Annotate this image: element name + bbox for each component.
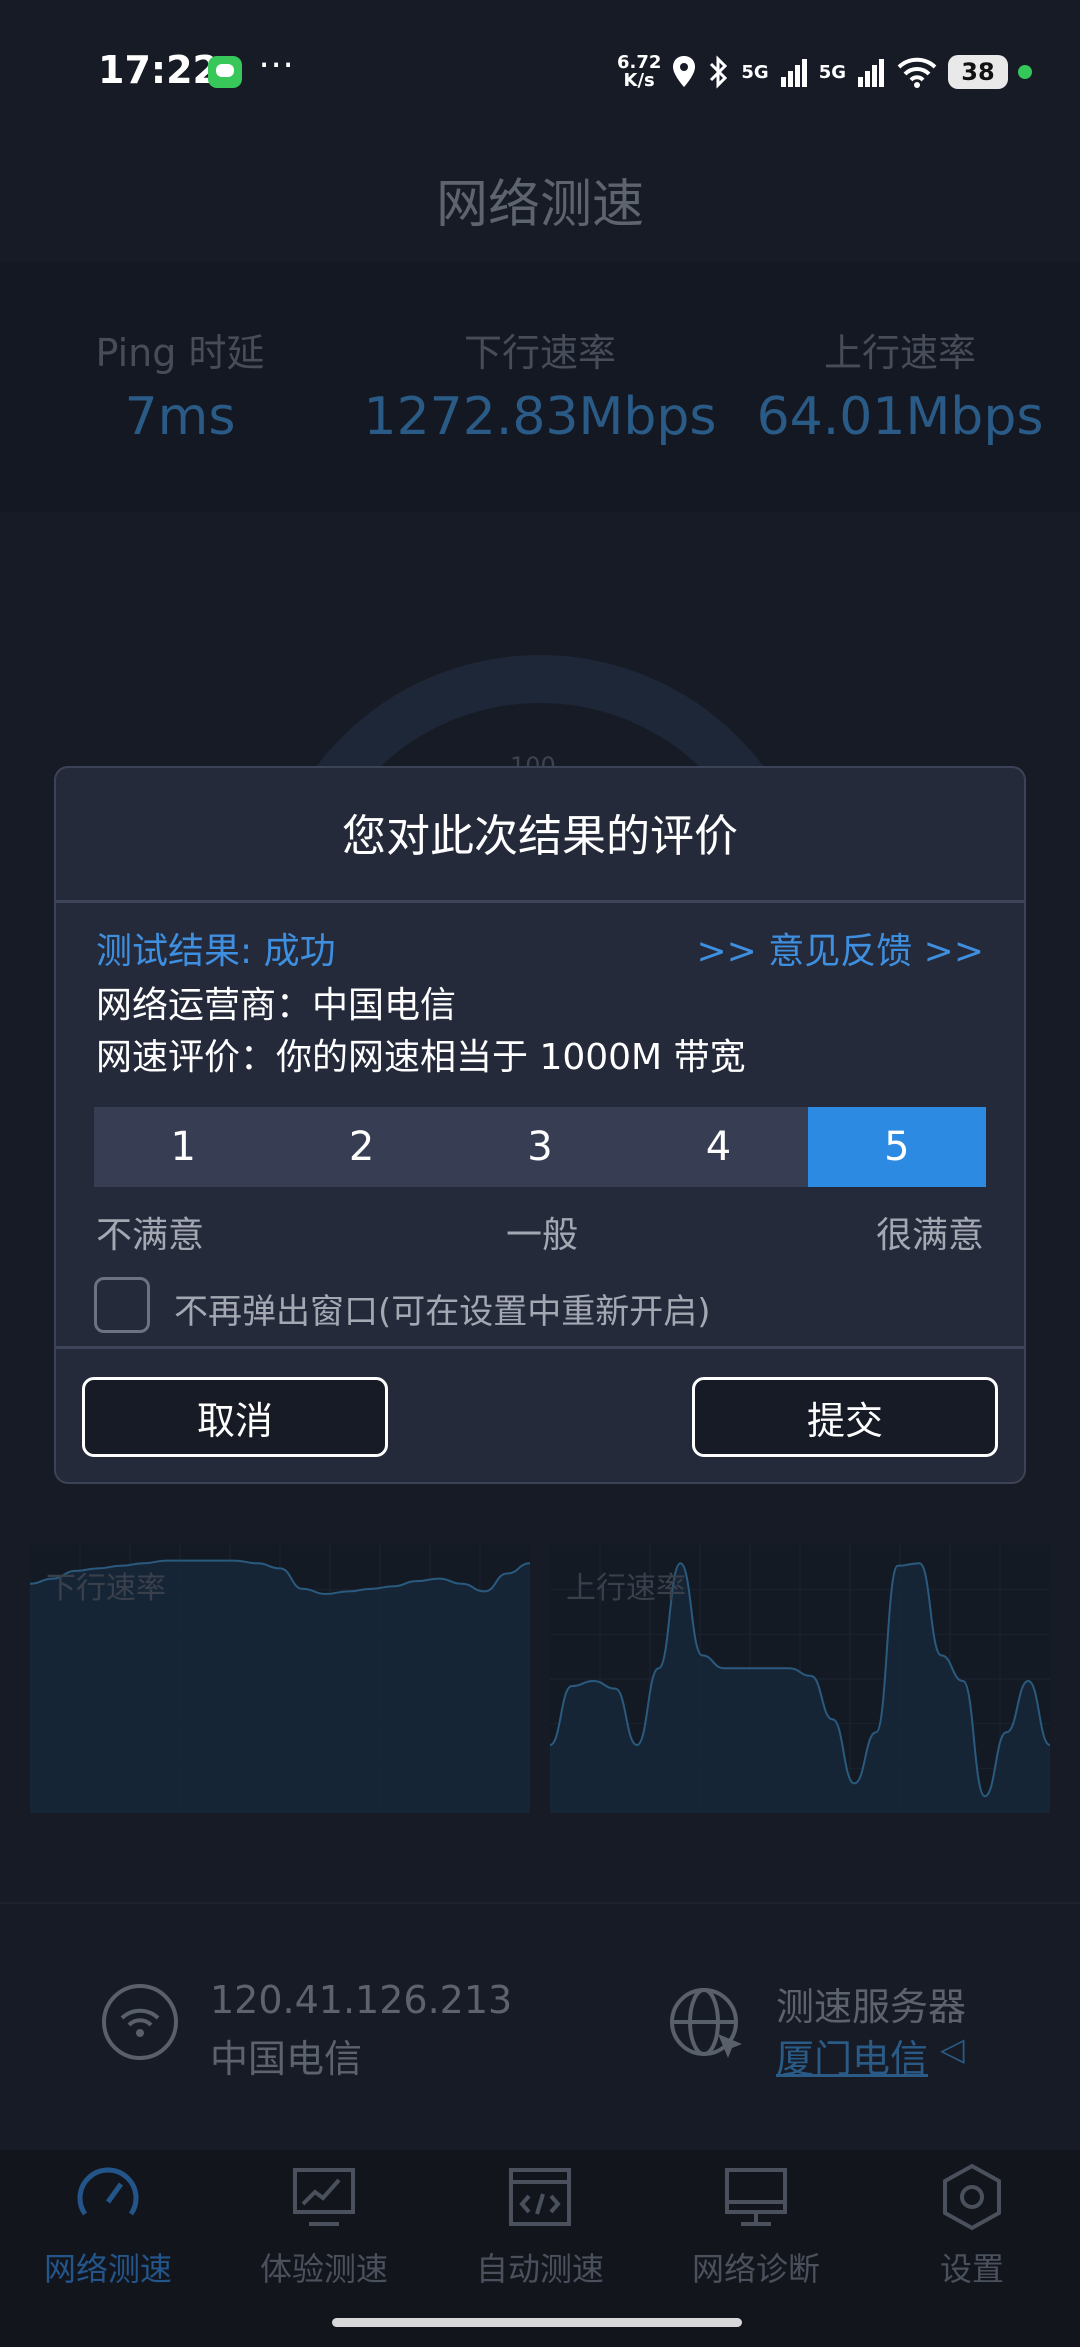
tab-experience-speed[interactable]: 体验测速 [216,2162,432,2290]
isp-name: 中国电信 [210,2037,363,2081]
info-divider [0,1902,1080,1904]
download-label: 下行速率 [463,331,616,375]
monitor-icon [725,2168,787,2226]
dont-show-again-label[interactable]: 不再弹出窗口(可在设置中重新开启) [174,1284,711,1333]
dialog-divider-bottom [56,1346,1024,1349]
cell-signal-1-icon [780,59,807,87]
rating-option-5[interactable]: 5 [807,1107,987,1187]
download-stat: 下行速率 1272.83Mbps [360,322,720,447]
code-window-icon [509,2168,571,2226]
tab-label: 设置 [939,2250,1004,2288]
feedback-link[interactable]: >> 意见反馈 >> [696,922,984,974]
speed-server-link[interactable]: 厦门电信 [776,2028,928,2083]
location-icon [673,56,696,87]
wifi-icon [102,1984,178,2060]
dialog-title: 您对此次结果的评价 [342,811,738,862]
tab-auto-speed[interactable]: 自动测速 [432,2162,648,2290]
page-title: 网络测速 [435,175,644,235]
rating-option-2[interactable]: 2 [272,1107,450,1187]
dont-show-again-checkbox[interactable] [94,1277,150,1333]
tab-settings[interactable]: 设置 [864,2162,1080,2290]
tab-label: 网络诊断 [691,2250,820,2288]
bluetooth-icon [710,55,728,89]
signal-1-label: 5G [741,61,769,83]
test-result-status: 测试结果: 成功 [96,931,336,972]
download-chart-label: 下行速率 [46,1571,166,1606]
ip-address: 120.41.126.213 [210,1978,513,2022]
rating-option-1[interactable]: 1 [94,1107,272,1187]
network-speed-indicator: 6.72 K/s [616,52,662,91]
cell-signal-2-icon [858,59,884,87]
message-notification-icon [208,56,242,88]
upload-chart: 上行速率 [549,1545,1051,1813]
tab-label: 体验测速 [259,2250,388,2288]
speedometer-icon [77,2167,139,2216]
battery-icon: 38 [948,55,1008,89]
signal-2-label: 5G [818,61,846,83]
scale-label-neutral: 一般 [505,1215,578,1256]
settings-hexagon-icon [943,2163,1001,2231]
scale-label-unsatisfied: 不满意 [96,1215,205,1256]
more-notifications-icon: ⋯ [258,44,294,85]
rating-selector: 1 2 3 4 5 [94,1107,987,1187]
speed-server-title: 测速服务器 [776,1985,967,2029]
upload-chart-label: 上行速率 [566,1571,686,1606]
upload-label: 上行速率 [823,331,976,375]
scale-label-very-satisfied: 很满意 [875,1215,984,1256]
dialog-divider-top [56,900,1024,903]
rating-option-4[interactable]: 4 [629,1107,807,1187]
upload-value: 64.01Mbps [756,387,1044,447]
status-indicators: 6.72 K/s 5G 5G 38 [617,50,1032,94]
upload-stat: 上行速率 64.01Mbps [720,322,1080,447]
status-time: 17:22 [98,48,219,92]
ping-value: 7ms [124,387,236,447]
network-operator-line: 网络运营商：中国电信 [96,985,457,1026]
wifi-status-icon [897,57,937,88]
cancel-button[interactable]: 取消 [82,1377,388,1457]
submit-button[interactable]: 提交 [692,1377,998,1457]
tab-label: 网络测速 [43,2250,172,2288]
chart-monitor-icon [293,2168,355,2226]
speed-evaluation-line: 网速评价：你的网速相当于 1000M 带宽 [96,1037,746,1078]
ping-stat: Ping 时延 7ms [0,322,360,447]
tab-network-speed[interactable]: 网络测速 [0,2162,216,2290]
server-select-arrow-icon[interactable]: ◁ [940,2030,965,2068]
download-chart: 下行速率 [29,1545,531,1813]
rating-option-3[interactable]: 3 [451,1107,629,1187]
privacy-indicator-dot [1018,65,1032,79]
ping-label: Ping 时延 [95,331,265,375]
download-value: 1272.83Mbps [363,387,717,447]
globe-cursor-icon [666,1984,748,2066]
tab-network-diagnosis[interactable]: 网络诊断 [648,2162,864,2290]
home-indicator[interactable] [332,2318,742,2327]
tab-label: 自动测速 [475,2250,604,2288]
